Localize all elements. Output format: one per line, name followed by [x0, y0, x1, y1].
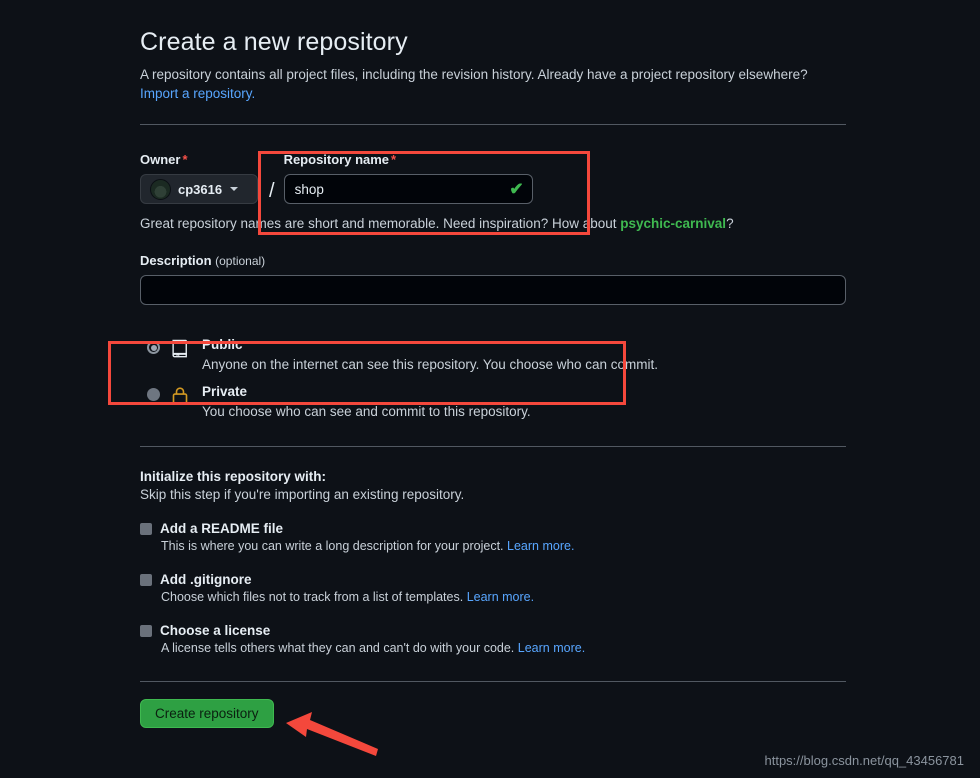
watermark: https://blog.csdn.net/qq_43456781 [764, 753, 965, 768]
lock-icon [170, 385, 192, 411]
divider-top [140, 124, 846, 125]
radio-public[interactable] [147, 341, 160, 354]
repository-name-hint-suffix: ? [726, 216, 734, 231]
checkbox-license-learn-more-link[interactable]: Learn more. [518, 641, 585, 655]
checkbox-readme-learn-more-link[interactable]: Learn more. [507, 539, 574, 553]
repository-name-input-wrap: ✔ [283, 174, 533, 204]
checkbox-gitignore-box[interactable] [140, 573, 152, 586]
description-optional-label: (optional) [215, 254, 266, 268]
checkbox-gitignore-label[interactable]: Add .gitignore [160, 572, 252, 587]
radio-private[interactable] [147, 388, 160, 401]
page-title: Create a new repository [140, 28, 408, 56]
checkbox-gitignore-description: Choose which files not to track from a l… [161, 590, 846, 604]
divider-footer [140, 681, 846, 682]
visibility-option-public[interactable]: Public Anyone on the internet can see th… [140, 331, 846, 378]
checkbox-license-box[interactable] [140, 624, 152, 637]
visibility-private-title: Private [202, 384, 248, 399]
owner-label: Owner * [140, 152, 260, 167]
repository-name-label: Repository name * [284, 152, 533, 167]
checkbox-license-description-text: A license tells others what they can and… [161, 641, 515, 655]
user-avatar-icon [150, 178, 171, 200]
checkbox-license-description: A license tells others what they can and… [161, 641, 846, 655]
page-description: A repository contains all project files,… [140, 65, 846, 103]
description-label: Description (optional) [140, 253, 846, 268]
owner-select-button[interactable]: cp3616 [140, 174, 258, 204]
checkbox-readme-label[interactable]: Add a README file [160, 521, 283, 536]
checkbox-gitignore-line[interactable]: Add .gitignore [140, 572, 846, 587]
visibility-option-private[interactable]: Private You choose who can see and commi… [140, 378, 846, 425]
initialize-subtitle: Skip this step if you're importing an ex… [140, 487, 465, 502]
checkbox-license: Choose a license A license tells others … [140, 623, 846, 655]
check-icon: ✔ [509, 179, 524, 199]
checkbox-license-label[interactable]: Choose a license [160, 623, 270, 638]
checkbox-readme-description-text: This is where you can write a long descr… [161, 539, 504, 553]
initialize-section: Initialize this repository with: Skip th… [140, 469, 846, 655]
visibility-public-title: Public [202, 337, 243, 352]
owner-label-text: Owner [140, 152, 181, 167]
visibility-public-subtitle: Anyone on the internet can see this repo… [202, 357, 659, 372]
repository-name-hint: Great repository names are short and mem… [140, 216, 846, 231]
repository-name-required-asterisk: * [391, 152, 397, 167]
import-repository-link[interactable]: Import a repository. [140, 86, 255, 101]
checkbox-readme-box[interactable] [140, 522, 152, 535]
divider-visibility [140, 446, 846, 447]
owner-field: Owner * cp3616 [140, 152, 260, 204]
checkbox-readme-description: This is where you can write a long descr… [161, 539, 846, 553]
chevron-down-icon [230, 187, 239, 191]
visibility-public-text: Public Anyone on the internet can see th… [202, 336, 658, 374]
create-repository-form: Create a new repository A repository con… [140, 0, 846, 728]
owner-required-asterisk: * [182, 152, 188, 167]
repository-name-label-text: Repository name [283, 152, 390, 167]
visibility-options: Public Anyone on the internet can see th… [140, 331, 846, 425]
checkbox-readme: Add a README file This is where you can … [140, 521, 846, 553]
description-field: Description (optional) [140, 253, 846, 305]
repository-name-hint-prefix: Great repository names are short and mem… [140, 216, 621, 231]
repository-name-suggestion[interactable]: psychic-carnival [620, 216, 726, 231]
owner-name-label: cp3616 [178, 181, 223, 197]
owner-and-name-row: Owner* cp3616 / Repository name* ✔ [140, 152, 846, 204]
description-input[interactable] [140, 275, 846, 305]
repository-name-input[interactable] [283, 174, 533, 204]
checkbox-readme-line[interactable]: Add a README file [140, 521, 846, 536]
repository-name-field: Repository name* ✔ [283, 152, 533, 204]
owner-name-separator: / [269, 180, 275, 202]
checkbox-gitignore: Add .gitignore Choose which files not to… [140, 572, 846, 604]
page-description-text: A repository contains all project files,… [140, 67, 808, 82]
checkbox-license-line[interactable]: Choose a license [140, 623, 846, 638]
checkbox-gitignore-learn-more-link[interactable]: Learn more. [467, 590, 534, 604]
repo-book-icon [170, 338, 192, 364]
create-repository-button[interactable]: Create repository [140, 699, 274, 728]
visibility-private-text: Private You choose who can see and commi… [202, 383, 531, 421]
visibility-private-subtitle: You choose who can see and commit to thi… [202, 404, 531, 419]
initialize-title: Initialize this repository with: [140, 469, 327, 484]
description-label-text: Description [140, 253, 212, 268]
checkbox-gitignore-description-text: Choose which files not to track from a l… [161, 590, 464, 604]
